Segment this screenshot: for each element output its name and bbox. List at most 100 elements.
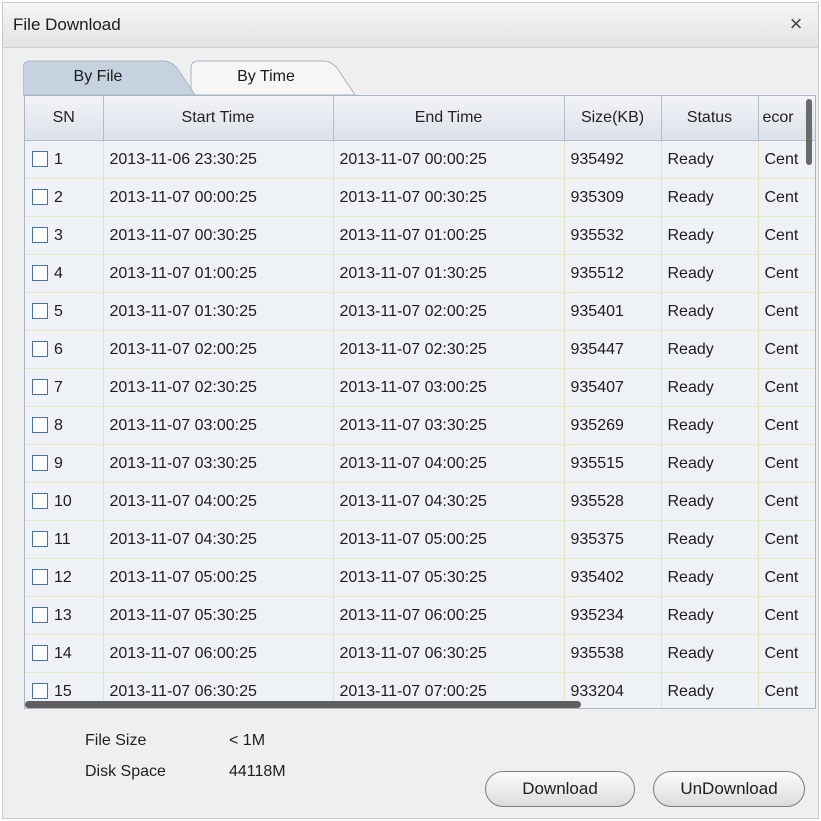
sn-cell: 3	[25, 216, 104, 255]
size-cell: 935512	[564, 254, 662, 293]
row-checkbox[interactable]	[32, 568, 48, 585]
row-checkbox[interactable]	[32, 302, 48, 319]
row-sn: 4	[54, 264, 63, 282]
size-cell: 935532	[564, 216, 662, 255]
table-row[interactable]: 2 2013-11-07 00:00:25 2013-11-07 00:30:25 9…	[25, 178, 815, 217]
row-checkbox[interactable]	[32, 644, 48, 661]
column-header-sn[interactable]: SN	[25, 96, 104, 141]
table-row[interactable]: 4 2013-11-07 01:00:25 2013-11-07 01:30:25 9…	[25, 254, 815, 293]
start-time-cell: 2013-11-07 06:00:25	[103, 634, 334, 673]
row-checkbox[interactable]	[32, 682, 48, 699]
column-header-start-time[interactable]: Start Time	[103, 96, 334, 141]
row-checkbox[interactable]	[32, 416, 48, 433]
download-button[interactable]: Download	[485, 771, 635, 807]
start-time-cell: 2013-11-07 03:00:25	[103, 406, 334, 445]
row-checkbox[interactable]	[32, 378, 48, 395]
start-time-cell: 2013-11-07 01:00:25	[103, 254, 334, 293]
table-row[interactable]: 9 2013-11-07 03:30:25 2013-11-07 04:00:25 9…	[25, 444, 815, 483]
row-checkbox[interactable]	[32, 150, 48, 167]
table-row[interactable]: 12 2013-11-07 05:00:25 2013-11-07 05:30:25…	[25, 558, 815, 597]
end-time-cell: 2013-11-07 06:30:25	[333, 634, 565, 673]
undownload-button[interactable]: UnDownload	[653, 771, 805, 807]
column-header-size[interactable]: Size(KB)	[564, 96, 662, 141]
end-time-cell: 2013-11-07 06:00:25	[333, 596, 565, 635]
end-time-cell: 2013-11-07 04:00:25	[333, 444, 565, 483]
file-size-value: < 1M	[229, 732, 266, 749]
table-row[interactable]: 1 2013-11-06 23:30:25 2013-11-07 00:00:25 9…	[25, 140, 815, 179]
row-sn: 11	[54, 530, 71, 548]
end-time-cell: 2013-11-07 01:30:25	[333, 254, 565, 293]
size-cell: 935515	[564, 444, 662, 483]
close-icon[interactable]: ×	[784, 11, 808, 37]
tab-by-time[interactable]: By Time	[191, 60, 341, 94]
end-time-cell: 2013-11-07 04:30:25	[333, 482, 565, 521]
row-checkbox[interactable]	[32, 530, 48, 547]
start-time-cell: 2013-11-07 03:30:25	[103, 444, 334, 483]
status-cell: Ready	[661, 406, 759, 445]
sn-cell: 10	[25, 482, 104, 521]
sn-cell: 13	[25, 596, 104, 635]
row-sn: 3	[54, 226, 63, 244]
sn-cell: 5	[25, 292, 104, 331]
row-checkbox[interactable]	[32, 606, 48, 623]
size-cell: 935401	[564, 292, 662, 331]
table-row[interactable]: 14 2013-11-07 06:00:25 2013-11-07 06:30:25…	[25, 634, 815, 673]
vertical-scrollbar[interactable]	[802, 95, 814, 707]
start-time-cell: 2013-11-07 02:30:25	[103, 368, 334, 407]
row-checkbox[interactable]	[32, 340, 48, 357]
table-row[interactable]: 10 2013-11-07 04:00:25 2013-11-07 04:30:25…	[25, 482, 815, 521]
size-cell: 935528	[564, 482, 662, 521]
row-checkbox[interactable]	[32, 492, 48, 509]
size-cell: 935402	[564, 558, 662, 597]
status-cell: Ready	[661, 482, 759, 521]
row-checkbox[interactable]	[32, 264, 48, 281]
row-sn: 15	[54, 682, 72, 700]
status-cell: Ready	[661, 216, 759, 255]
status-cell: Ready	[661, 520, 759, 559]
table-row[interactable]: 7 2013-11-07 02:30:25 2013-11-07 03:00:25 9…	[25, 368, 815, 407]
table-row[interactable]: 3 2013-11-07 00:30:25 2013-11-07 01:00:25 9…	[25, 216, 815, 255]
file-download-dialog: File Download × By File By Time SN Start…	[2, 2, 819, 819]
row-sn: 13	[54, 606, 72, 624]
end-time-cell: 2013-11-07 00:30:25	[333, 178, 565, 217]
row-sn: 10	[54, 492, 72, 510]
size-cell: 935447	[564, 330, 662, 369]
status-cell: Ready	[661, 330, 759, 369]
horizontal-scrollbar[interactable]	[25, 701, 813, 709]
table-row[interactable]: 6 2013-11-07 02:00:25 2013-11-07 02:30:25 9…	[25, 330, 815, 369]
sn-cell: 7	[25, 368, 104, 407]
end-time-cell: 2013-11-07 03:30:25	[333, 406, 565, 445]
column-header-end-time[interactable]: End Time	[333, 96, 565, 141]
dialog-title: File Download	[13, 15, 121, 34]
table-row[interactable]: 5 2013-11-07 01:30:25 2013-11-07 02:00:25 9…	[25, 292, 815, 331]
sn-cell: 4	[25, 254, 104, 293]
end-time-cell: 2013-11-07 02:30:25	[333, 330, 565, 369]
row-sn: 2	[54, 188, 63, 206]
start-time-cell: 2013-11-07 05:30:25	[103, 596, 334, 635]
row-checkbox[interactable]	[32, 188, 48, 205]
status-cell: Ready	[661, 558, 759, 597]
sn-cell: 12	[25, 558, 104, 597]
table-row[interactable]: 8 2013-11-07 03:00:25 2013-11-07 03:30:25 9…	[25, 406, 815, 445]
vertical-scroll-thumb[interactable]	[806, 99, 812, 165]
table-row[interactable]: 11 2013-11-07 04:30:25 2013-11-07 05:00:25…	[25, 520, 815, 559]
sn-cell: 11	[25, 520, 104, 559]
status-cell: Ready	[661, 140, 759, 179]
size-cell: 935234	[564, 596, 662, 635]
start-time-cell: 2013-11-07 00:00:25	[103, 178, 334, 217]
start-time-cell: 2013-11-07 02:00:25	[103, 330, 334, 369]
row-checkbox[interactable]	[32, 454, 48, 471]
column-header-status[interactable]: Status	[661, 96, 759, 141]
row-sn: 12	[54, 568, 72, 586]
file-size-label: File Size	[85, 732, 147, 749]
end-time-cell: 2013-11-07 01:00:25	[333, 216, 565, 255]
table-row[interactable]: 13 2013-11-07 05:30:25 2013-11-07 06:00:25…	[25, 596, 815, 635]
tab-by-file[interactable]: By File	[23, 60, 173, 94]
row-checkbox[interactable]	[32, 226, 48, 243]
horizontal-scroll-thumb[interactable]	[25, 701, 581, 708]
disk-space-value: 44118M	[229, 763, 286, 780]
size-cell: 935269	[564, 406, 662, 445]
row-sn: 1	[54, 150, 63, 168]
start-time-cell: 2013-11-06 23:30:25	[103, 140, 334, 179]
disk-space-label: Disk Space	[85, 763, 166, 780]
